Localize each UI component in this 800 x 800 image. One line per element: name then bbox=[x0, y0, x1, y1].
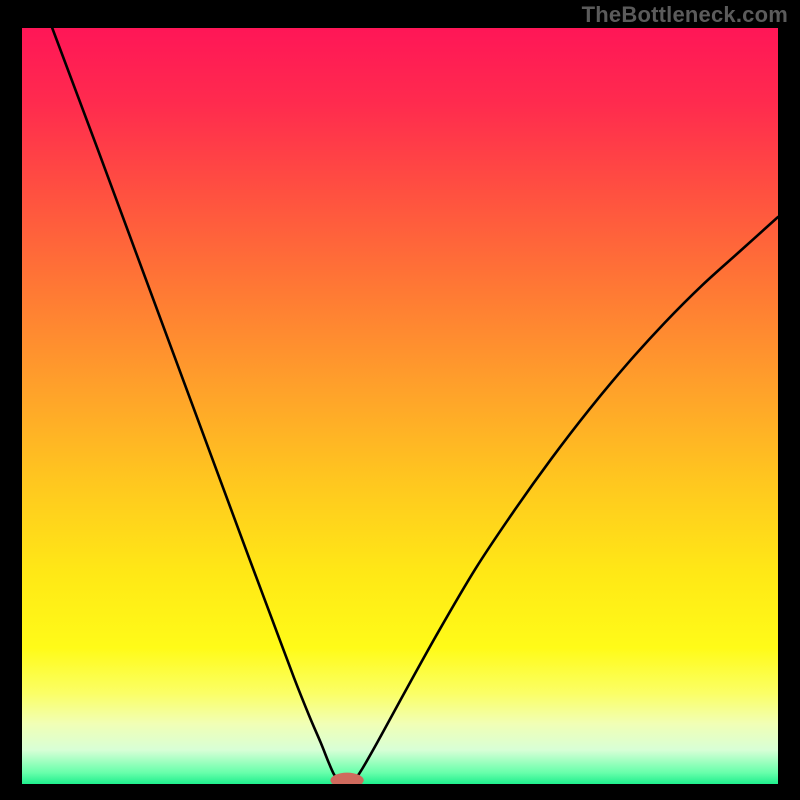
gradient-background bbox=[22, 28, 778, 784]
plot-area bbox=[22, 28, 778, 784]
watermark-text: TheBottleneck.com bbox=[582, 2, 788, 28]
chart-frame: TheBottleneck.com bbox=[0, 0, 800, 800]
chart-svg bbox=[22, 28, 778, 784]
